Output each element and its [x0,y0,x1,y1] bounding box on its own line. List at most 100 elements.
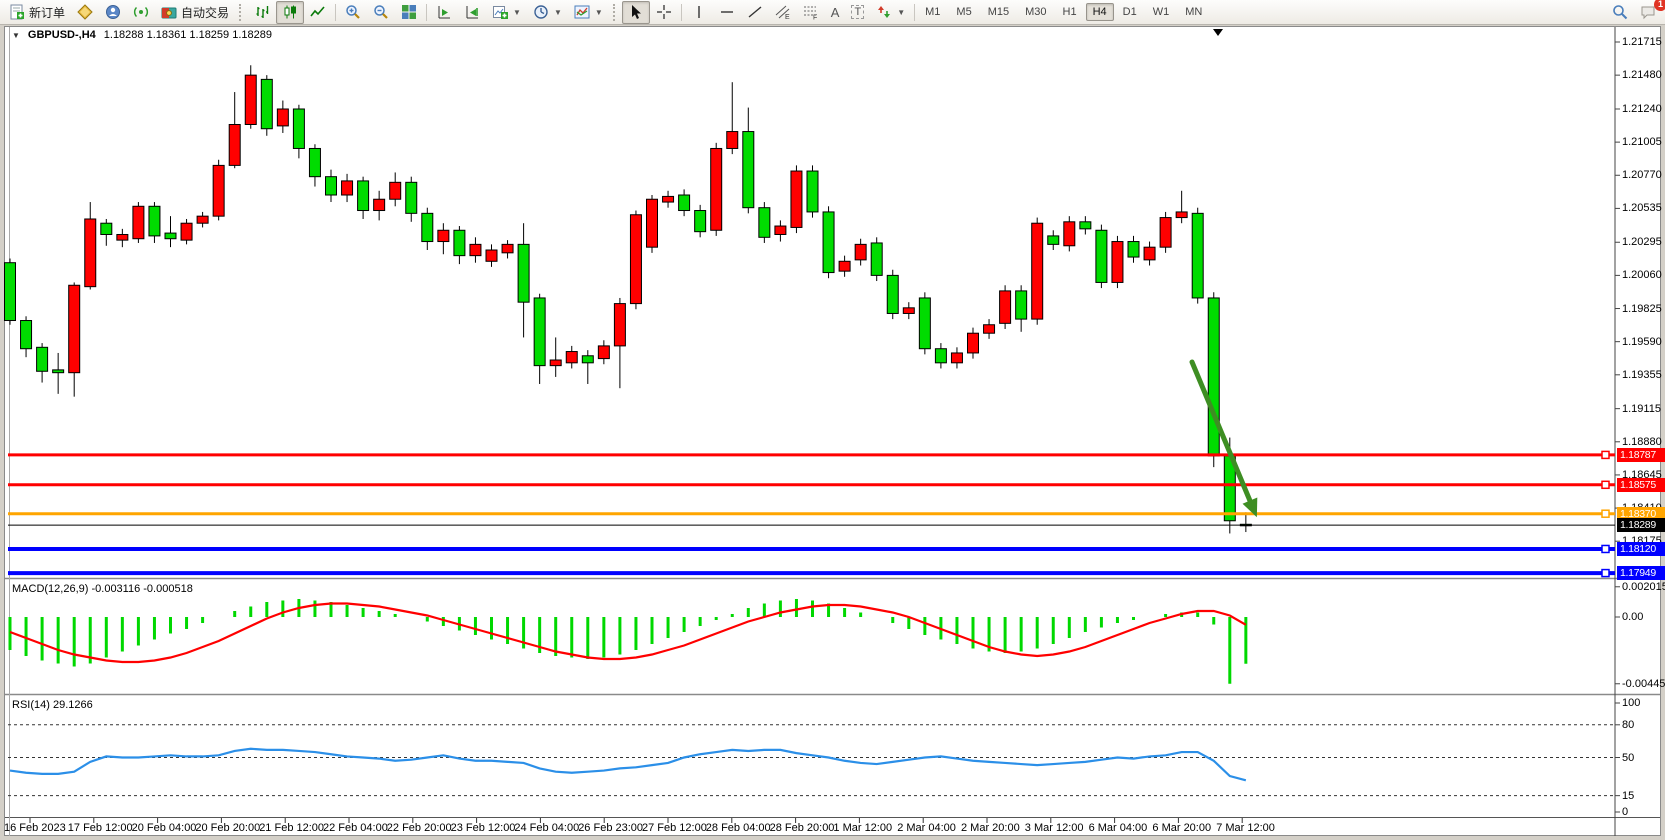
timeframe-button-m30[interactable]: M30 [1018,3,1053,21]
candle-body [582,356,593,363]
time-tick-label: 23 Feb 12:00 [451,822,516,834]
notifications-button[interactable]: 1 [1634,1,1662,24]
rsi-indicator-name: RSI(14) [12,699,50,711]
time-tick-label: 7 Mar 12:00 [1216,822,1275,834]
periods-button[interactable]: ▼ [527,1,568,24]
equidistant-channel-icon: E [775,4,791,20]
line-chart-mode-button[interactable] [304,1,332,24]
price-chart-canvas[interactable] [0,0,1665,840]
line-drag-handle[interactable] [1602,451,1609,458]
candle-body [1112,242,1123,283]
candle-body [374,199,385,210]
timeframe-button-m5[interactable]: M5 [949,3,978,21]
auto-trading-button[interactable]: 自动交易 [155,1,235,24]
candle-body [984,325,995,333]
candle-body [775,226,786,234]
line-drag-handle[interactable] [1602,481,1609,488]
candle-body [1016,291,1027,319]
symbol-dropdown-icon[interactable]: ▼ [12,31,20,40]
new-chart-button[interactable]: ▼ [486,1,527,24]
horizontal-line-tool-button[interactable] [713,1,741,24]
candle-body [1160,218,1171,248]
arrows-tool-button[interactable]: ▼ [870,1,911,24]
bar-chart-mode-button[interactable] [248,1,276,24]
templates-button[interactable]: ▼ [568,1,609,24]
time-tick-label: 1 Mar 12:00 [833,822,892,834]
candle-body [245,75,256,124]
timeframe-button-mn[interactable]: MN [1178,3,1209,21]
price-tick-label: 1.20535 [1622,202,1662,214]
timeframe-button-d1[interactable]: D1 [1116,3,1144,21]
chevron-down-icon: ▼ [513,8,521,17]
vertical-line-tool-button[interactable] [685,1,713,24]
cursor-tool-button[interactable] [622,1,650,24]
timeframe-bar: M1M5M15M30H1H4D1W1MN [918,3,1209,21]
timeframe-button-h1[interactable]: H1 [1056,3,1084,21]
price-tick-label: 1.18880 [1622,436,1662,448]
indicator-axis-label: 0.00 [1622,611,1643,623]
candle-body [823,212,834,273]
candle-body [229,124,240,165]
candle-body [679,195,690,211]
search-button[interactable] [1606,1,1634,24]
candlestick-mode-button[interactable] [276,1,304,24]
candle-body [149,206,160,236]
community-button[interactable] [99,1,127,24]
indicator-axis-label: 80 [1622,719,1634,731]
price-line-badge: 1.18575 [1617,478,1665,492]
price-tick-label: 1.21240 [1622,103,1662,115]
toolbar-grip[interactable] [239,4,244,21]
price-tick-label: 1.19115 [1622,403,1661,415]
line-drag-handle[interactable] [1602,570,1609,577]
line-drag-handle[interactable] [1602,545,1609,552]
price-tick-label: 1.19590 [1622,336,1662,348]
time-tick-label: 28 Feb 20:00 [770,822,835,834]
price-tick-label: 1.21715 [1622,36,1662,48]
notification-count-badge: 1 [1654,0,1665,11]
timeframe-button-m1[interactable]: M1 [918,3,947,21]
text-label-tool-button[interactable]: T [845,1,870,24]
crosshair-tool-button[interactable] [650,1,678,24]
bid-price-badge: 1.18289 [1617,518,1665,532]
trendline-tool-button[interactable] [741,1,769,24]
fibonacci-tool-button[interactable]: F [797,1,825,24]
signals-button[interactable] [127,1,155,24]
channel-tool-button[interactable]: E [769,1,797,24]
timeframe-button-w1[interactable]: W1 [1146,3,1177,21]
candle-body [117,234,128,240]
indicator-axis-label: 0.002015 [1622,581,1665,593]
candle-body [390,182,401,199]
candle-body [695,211,706,232]
chevron-down-icon: ▼ [554,8,562,17]
candle-body [293,109,304,148]
community-icon [105,4,121,20]
time-tick-label: 22 Feb 04:00 [323,822,388,834]
timeframe-button-h4[interactable]: H4 [1086,3,1114,21]
candle-body [213,165,224,216]
text-tool-button[interactable]: A [825,1,846,24]
candle-body [69,285,80,372]
zoom-in-button[interactable] [339,1,367,24]
price-line-badge: 1.17949 [1617,566,1665,580]
timeframe-button-m15[interactable]: M15 [981,3,1016,21]
candlestick-icon [282,4,298,20]
chart-shift-marker[interactable] [1213,29,1223,36]
tile-windows-button[interactable] [395,1,423,24]
text-label-icon: T [851,5,864,19]
zoom-out-button[interactable] [367,1,395,24]
chart-end-button[interactable] [458,1,486,24]
candle-body [37,347,48,371]
price-tick-label: 1.19355 [1622,369,1662,381]
candle-body [277,109,288,126]
vertical-line-icon [691,4,707,20]
candle-body [518,244,529,302]
time-tick-label: 6 Mar 20:00 [1152,822,1211,834]
chart-header: ▼ GBPUSD-,H4 1.18288 1.18361 1.18259 1.1… [12,29,272,41]
mt4-application: 新订单 自动交易 [0,0,1665,840]
new-order-button[interactable]: 新订单 [3,1,71,24]
toolbar-grip[interactable] [613,4,618,21]
mql-market-button[interactable] [71,1,99,24]
line-drag-handle[interactable] [1602,510,1609,517]
chart-forward-button[interactable] [430,1,458,24]
candle-body [101,223,112,234]
